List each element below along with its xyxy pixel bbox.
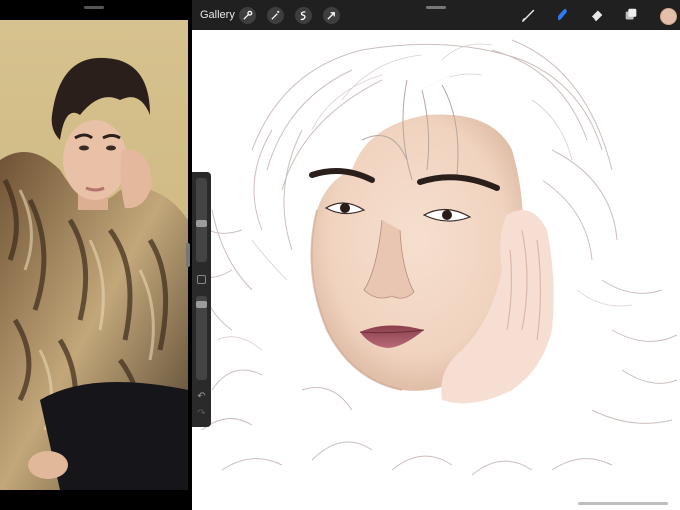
- undo-icon[interactable]: ↶: [196, 391, 207, 403]
- drawing-canvas[interactable]: [192, 30, 680, 510]
- transform-arrow-icon[interactable]: [323, 7, 340, 24]
- multitasking-handle[interactable]: [426, 6, 446, 9]
- eraser-icon[interactable]: [588, 6, 606, 24]
- modify-button[interactable]: [197, 275, 206, 284]
- reference-photo-pane: [0, 0, 188, 510]
- opacity-thumb[interactable]: [196, 300, 207, 308]
- redo-icon[interactable]: ↷: [196, 408, 207, 420]
- top-toolbar: Gallery: [192, 0, 680, 30]
- split-view-handle[interactable]: [84, 6, 104, 9]
- home-indicator[interactable]: [578, 502, 668, 505]
- smudge-icon[interactable]: [554, 6, 572, 24]
- brush-size-slider[interactable]: [196, 178, 207, 262]
- brush-size-thumb[interactable]: [196, 220, 207, 228]
- wrench-icon[interactable]: [239, 7, 256, 24]
- selection-icon[interactable]: [295, 7, 312, 24]
- procreate-app: Gallery: [192, 0, 680, 510]
- reference-photo: [0, 20, 188, 490]
- opacity-slider[interactable]: [196, 296, 207, 380]
- brush-icon[interactable]: [520, 6, 538, 24]
- gallery-button[interactable]: Gallery: [200, 9, 235, 21]
- brush-sidebar: ↶ ↷: [192, 172, 211, 427]
- magic-wand-icon[interactable]: [267, 7, 284, 24]
- split-view-resize-handle[interactable]: [186, 243, 190, 267]
- layers-icon[interactable]: [622, 6, 640, 24]
- color-picker-button[interactable]: [660, 8, 677, 25]
